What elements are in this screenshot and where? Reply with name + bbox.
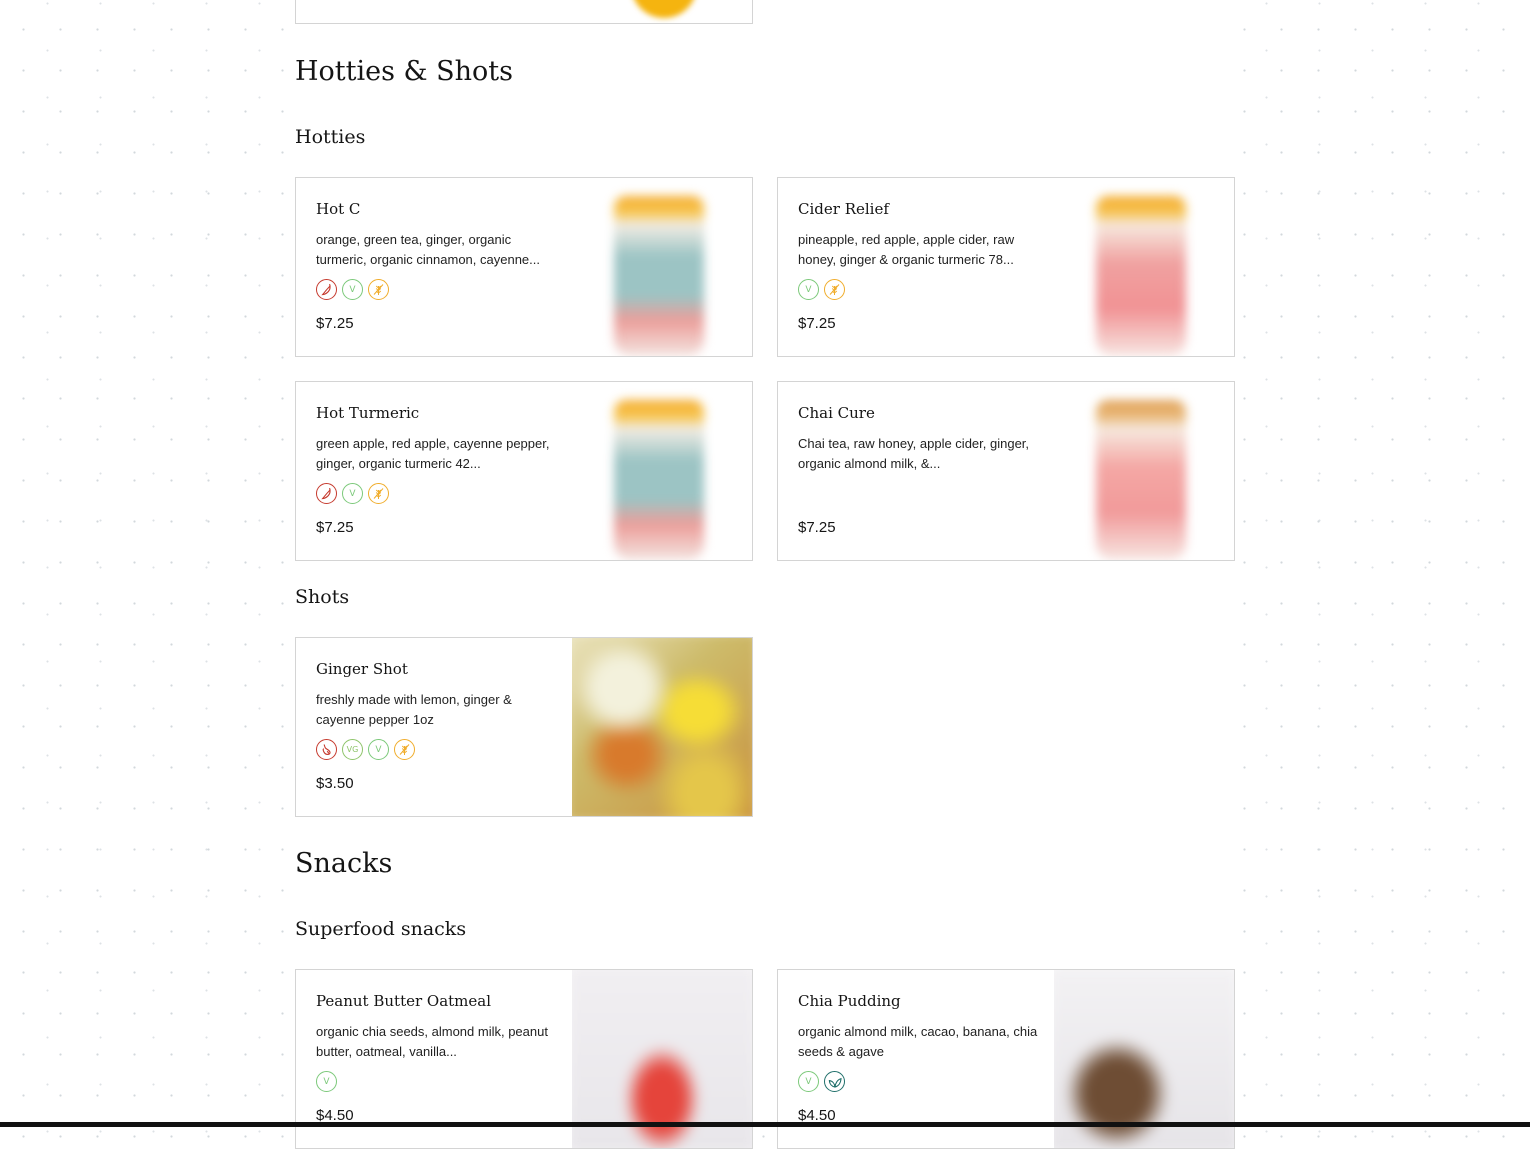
gluten-free-icon xyxy=(368,483,389,504)
vegan-icon: V xyxy=(368,739,389,760)
item-photo xyxy=(572,178,752,356)
menu-item-card[interactable]: Ginger Shot freshly made with lemon, gin… xyxy=(295,637,753,817)
item-name: Cider Relief xyxy=(798,200,889,218)
dietary-badges: VG V xyxy=(316,739,415,760)
item-price: $3.50 xyxy=(316,775,354,792)
menu-item-card[interactable]: Hot C orange, green tea, ginger, organic… xyxy=(295,177,753,357)
menu-item-card[interactable]: Cider Relief pineapple, red apple, apple… xyxy=(777,177,1235,357)
menu-item-card[interactable]: Hot Turmeric green apple, red apple, cay… xyxy=(295,381,753,561)
vegan-icon: V xyxy=(342,279,363,300)
item-price: $7.25 xyxy=(316,315,354,332)
spicy-icon xyxy=(316,279,337,300)
item-description: freshly made with lemon, ginger & cayenn… xyxy=(316,692,512,727)
item-name: Hot Turmeric xyxy=(316,404,420,422)
vegetarian-icon: VG xyxy=(342,739,363,760)
gluten-free-icon xyxy=(394,739,415,760)
dietary-badges: V xyxy=(316,279,389,300)
item-name: Ginger Shot xyxy=(316,660,408,678)
item-description: pineapple, red apple, apple cider, raw h… xyxy=(798,232,1015,267)
item-name: Chai Cure xyxy=(798,404,875,422)
item-photo xyxy=(572,638,752,816)
dietary-badges: V xyxy=(316,483,389,504)
item-description: organic almond milk, cacao, banana, chia… xyxy=(798,1024,1038,1059)
item-photo xyxy=(1054,382,1234,560)
item-description: Chai tea, raw honey, apple cider, ginger… xyxy=(798,436,1030,471)
spicy-icon xyxy=(316,739,337,760)
item-name: Hot C xyxy=(316,200,361,218)
dietary-badges: V xyxy=(798,279,845,300)
dietary-badges: V xyxy=(316,1071,337,1092)
menu-item-card[interactable]: Chai Cure Chai tea, raw honey, apple cid… xyxy=(777,381,1235,561)
item-price: $7.25 xyxy=(798,315,836,332)
item-photo xyxy=(1054,178,1234,356)
vegan-icon: V xyxy=(798,1071,819,1092)
vegan-icon: V xyxy=(342,483,363,504)
item-description: organic chia seeds, almond milk, peanut … xyxy=(316,1024,548,1059)
item-price: $7.25 xyxy=(798,519,836,536)
dietary-badges: V xyxy=(798,1071,845,1092)
organic-icon xyxy=(824,1071,845,1092)
subsection-title: Hotties xyxy=(295,126,366,148)
item-photo xyxy=(572,382,752,560)
item-description: orange, green tea, ginger, organic turme… xyxy=(316,232,540,267)
gluten-free-icon xyxy=(824,279,845,300)
gluten-free-icon xyxy=(368,279,389,300)
spicy-icon xyxy=(316,483,337,504)
bottom-bar xyxy=(0,1122,1530,1127)
vegan-icon: V xyxy=(316,1071,337,1092)
item-name: Peanut Butter Oatmeal xyxy=(316,992,492,1010)
item-description: green apple, red apple, cayenne pepper, … xyxy=(316,436,550,471)
menu-item-card-partial[interactable] xyxy=(295,0,753,24)
item-name: Chia Pudding xyxy=(798,992,901,1010)
section-title: Snacks xyxy=(295,848,393,879)
section-title: Hotties & Shots xyxy=(295,56,514,87)
menu-content: Hotties & Shots Hotties Hot C orange, gr… xyxy=(295,0,1235,1149)
vegan-icon: V xyxy=(798,279,819,300)
subsection-title: Shots xyxy=(295,586,350,608)
subsection-title: Superfood snacks xyxy=(295,918,467,940)
item-photo xyxy=(631,0,697,18)
item-price: $7.25 xyxy=(316,519,354,536)
